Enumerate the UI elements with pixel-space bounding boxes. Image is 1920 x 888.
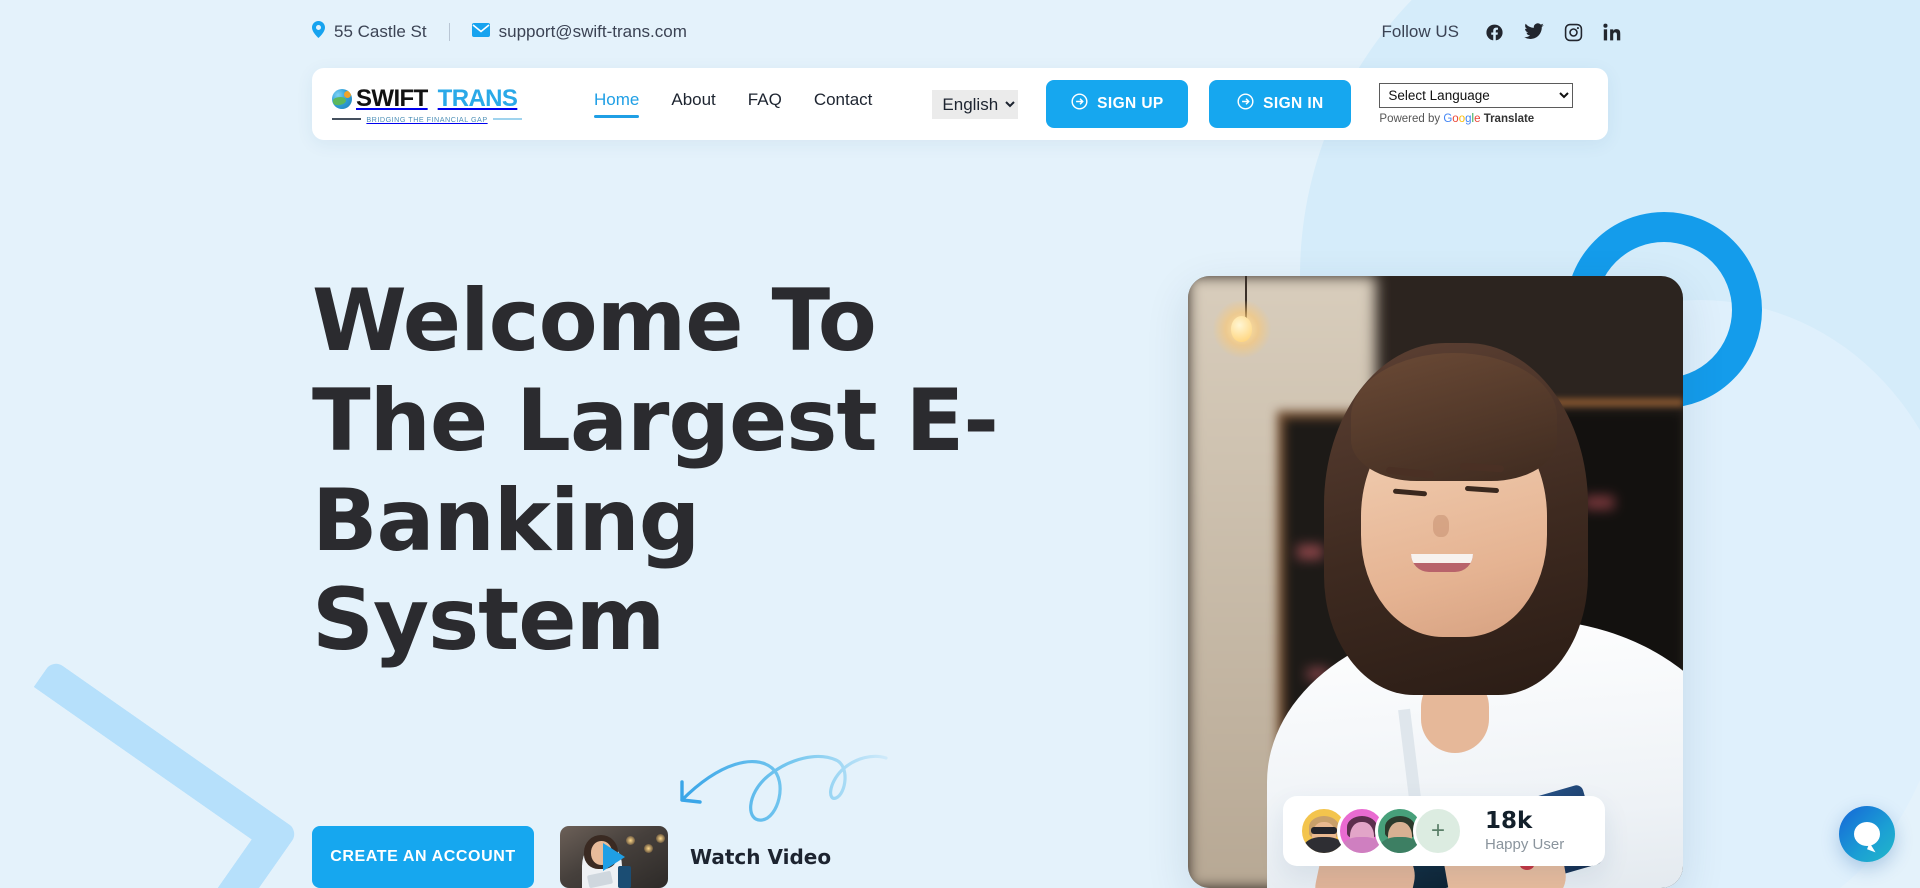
- sign-up-label: SIGN UP: [1097, 95, 1164, 112]
- language-select[interactable]: English: [932, 89, 1019, 119]
- nav-item-contact[interactable]: Contact: [814, 90, 873, 118]
- logo-word-secondary: TRANS: [437, 84, 518, 112]
- avatar-group: +: [1299, 806, 1463, 856]
- watch-video-label[interactable]: Watch Video: [690, 845, 831, 869]
- instagram-icon[interactable]: [1564, 23, 1583, 42]
- twitter-icon[interactable]: [1524, 23, 1544, 41]
- scene-mouth: [1410, 554, 1473, 573]
- scene-light-bulb-icon: [1230, 315, 1252, 342]
- powered-by-text: Powered by: [1379, 113, 1441, 125]
- google-translate-widget: Select Language Powered by Google Transl…: [1379, 83, 1574, 125]
- envelope-icon: [471, 22, 490, 42]
- topbar-contact-group: 55 Castle St support@swift-trans.com: [312, 21, 687, 43]
- location-pin-icon: [312, 21, 325, 43]
- logo-rule-left: [332, 118, 362, 120]
- auth-button-group: SIGN UP SIGN IN: [1046, 80, 1352, 128]
- scene-accent-a: [1296, 545, 1323, 560]
- google-translate-select[interactable]: Select Language: [1379, 83, 1574, 108]
- email-text: support@swift-trans.com: [498, 22, 687, 41]
- google-logo-text: Google: [1443, 113, 1480, 125]
- top-utility-bar: 55 Castle St support@swift-trans.com Fol…: [0, 0, 1920, 64]
- play-icon[interactable]: [603, 843, 625, 871]
- chat-bubble-icon: [1854, 822, 1880, 846]
- logo-tagline-row: BRIDGING THE FINANCIAL GAP: [332, 114, 523, 124]
- hero-title: Welcome To The Largest E-Banking System: [312, 271, 999, 671]
- follow-us-label: Follow US: [1381, 22, 1459, 41]
- sunglasses-icon: [1311, 827, 1337, 835]
- topbar-social-group: Follow US: [1382, 22, 1890, 42]
- linkedin-icon[interactable]: [1603, 23, 1622, 42]
- topbar-divider: [448, 23, 450, 41]
- thumb-light-3: [656, 834, 665, 843]
- nav-item-about[interactable]: About: [671, 90, 715, 118]
- scene-teeth: [1410, 554, 1473, 564]
- happy-user-label: Happy User: [1485, 836, 1565, 854]
- facebook-icon[interactable]: [1485, 23, 1504, 42]
- contact-address[interactable]: 55 Castle St: [312, 21, 427, 43]
- contact-email[interactable]: support@swift-trans.com: [471, 22, 687, 42]
- scene-nose: [1433, 514, 1450, 537]
- thumb-light-1: [626, 836, 635, 845]
- curly-arrow-decoration-icon: [680, 754, 888, 822]
- hero-cta-row: CREATE AN ACCOUNT Watch Video: [312, 826, 831, 888]
- sign-up-arrow-icon: [1071, 93, 1088, 115]
- sign-in-arrow-icon: [1237, 93, 1254, 115]
- google-letter-e: e: [1474, 113, 1481, 125]
- social-links: [1485, 23, 1622, 42]
- scene-woman-hair-top: [1351, 352, 1558, 481]
- logo-word-primary: SWIFT: [356, 84, 428, 112]
- hero-text-block: Welcome To The Largest E-Banking System: [312, 271, 1072, 671]
- happy-user-stats-card: + 18k Happy User: [1283, 796, 1605, 866]
- nav-item-home[interactable]: Home: [594, 90, 640, 118]
- globe-icon: [332, 88, 352, 109]
- main-header-bar: SWIFT TRANS BRIDGING THE FINANCIAL GAP H…: [312, 68, 1608, 140]
- more-users-button[interactable]: +: [1413, 806, 1463, 856]
- watch-video-group: Watch Video: [560, 826, 831, 888]
- scene-accent-c: [1583, 496, 1614, 510]
- stats-text-block: 18k Happy User: [1485, 807, 1565, 854]
- thumb-light-2: [644, 844, 653, 853]
- chat-widget-button[interactable]: [1839, 806, 1895, 862]
- logo-tagline: BRIDGING THE FINANCIAL GAP: [366, 114, 488, 124]
- sign-in-button[interactable]: SIGN IN: [1209, 80, 1352, 128]
- site-logo[interactable]: SWIFT TRANS BRIDGING THE FINANCIAL GAP: [332, 85, 523, 124]
- sign-in-label: SIGN IN: [1263, 95, 1324, 112]
- logo-wordmark: SWIFT TRANS: [332, 85, 522, 113]
- translate-word: Translate: [1483, 113, 1535, 125]
- background-arrow-bottom-left-icon: [0, 659, 299, 888]
- main-navigation: Home About FAQ Contact: [594, 90, 872, 118]
- sign-up-button[interactable]: SIGN UP: [1046, 80, 1189, 128]
- nav-item-faq[interactable]: FAQ: [748, 90, 782, 118]
- address-text: 55 Castle St: [334, 22, 427, 41]
- create-account-button[interactable]: CREATE AN ACCOUNT: [312, 826, 534, 888]
- google-translate-credit: Powered by Google Translate: [1379, 113, 1573, 125]
- video-thumbnail[interactable]: [560, 826, 668, 888]
- logo-rule-right: [492, 118, 523, 120]
- google-letter-g: G: [1443, 113, 1453, 125]
- language-switcher: English: [932, 89, 1019, 119]
- happy-user-count: 18k: [1485, 807, 1533, 834]
